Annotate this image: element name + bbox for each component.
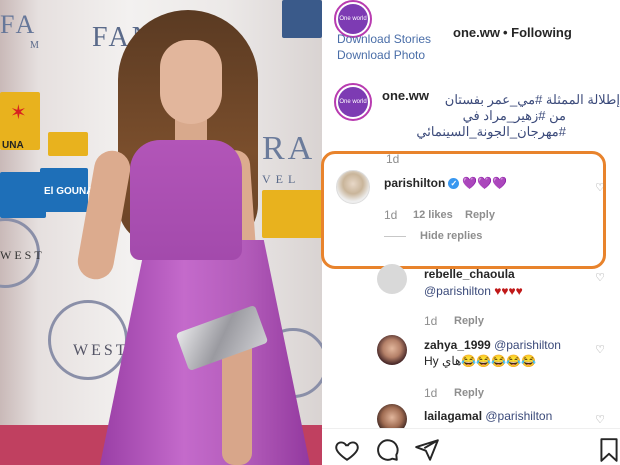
caption-line: #مهرجان_الجونة_السينمائي xyxy=(416,124,566,139)
comment: parishilton ✓ 💜💜💜 xyxy=(384,176,507,190)
hide-replies-button[interactable]: Hide replies xyxy=(420,230,482,242)
backdrop-logo-text: El GOUNA xyxy=(44,186,94,197)
backdrop-text: M xyxy=(30,40,42,51)
like-comment-heart-icon[interactable]: ♡ xyxy=(594,182,606,194)
comment-username[interactable]: parishilton xyxy=(384,176,445,190)
commenter-avatar[interactable] xyxy=(336,170,370,204)
caption-line: إطلالة الممثلة #مي_عمر بفستان xyxy=(444,92,620,107)
person-face xyxy=(160,40,222,124)
account-avatar-text: One world xyxy=(338,4,368,34)
reply-username[interactable]: lailagamal xyxy=(424,409,482,423)
comment-time: 1d xyxy=(384,208,398,222)
download-stories-link[interactable]: Download Stories xyxy=(337,32,431,46)
reply-text: Hy هاي😂😂😂😂😂 xyxy=(424,354,537,368)
caption-avatar[interactable]: One world xyxy=(334,83,372,121)
star-logo-icon: ✶ xyxy=(10,102,27,124)
reply-avatar[interactable] xyxy=(377,335,407,365)
following-status[interactable]: • Following xyxy=(503,25,572,40)
like-reply-heart-icon[interactable]: ♡ xyxy=(594,272,606,284)
reply-username[interactable]: zahya_1999 xyxy=(424,338,491,352)
reply-mention[interactable]: @parishilton xyxy=(494,338,561,352)
backdrop-text: RA xyxy=(262,130,316,167)
backdrop-logo-text: UNA xyxy=(2,140,24,151)
backdrop-text: FA xyxy=(0,10,38,39)
reply-avatar[interactable] xyxy=(377,264,407,294)
reply-text: ♥♥♥♥ xyxy=(494,284,523,298)
reply-username[interactable]: rebelle_chaoula xyxy=(424,267,515,281)
like-reply-heart-icon[interactable]: ♡ xyxy=(594,344,606,356)
verified-badge-icon: ✓ xyxy=(448,178,460,189)
reply-reply-button[interactable]: Reply xyxy=(454,315,484,327)
like-reply-heart-icon[interactable]: ♡ xyxy=(594,414,606,426)
reply-mention[interactable]: @parishilton xyxy=(424,284,491,298)
comment-icon[interactable] xyxy=(374,437,400,463)
reply-mention[interactable]: @parishilton xyxy=(485,409,552,423)
backdrop-text: WEST xyxy=(0,248,45,262)
backdrop-text: VEL xyxy=(262,172,301,186)
bookmark-icon[interactable] xyxy=(596,437,620,463)
post-action-bar xyxy=(322,428,620,465)
reply-time: 1d xyxy=(424,314,438,328)
caption-text: إطلالة الممثلة #مي_عمر بفستان من #زهير_م… xyxy=(370,92,620,140)
dress-top xyxy=(130,140,242,260)
replies-divider xyxy=(384,236,406,237)
header-username[interactable]: one.ww xyxy=(453,25,500,40)
share-icon[interactable] xyxy=(414,437,440,463)
heart-icon[interactable] xyxy=(334,437,360,463)
reply-time: 1d xyxy=(424,386,438,400)
caption-line: من #زهير_مراد في xyxy=(462,108,566,123)
reply: lailagamal @parishilton xyxy=(424,409,552,423)
reply-reply-button[interactable]: Reply xyxy=(454,387,484,399)
backdrop-logo xyxy=(262,190,322,238)
backdrop-logo xyxy=(48,132,88,156)
comment-likes[interactable]: 12 likes xyxy=(413,209,453,221)
caption-avatar-text: One world xyxy=(338,87,368,117)
backdrop-ring xyxy=(48,300,128,380)
highlight-annotation xyxy=(321,151,606,269)
comment-text: 💜💜💜 xyxy=(462,176,508,190)
reply: @parishilton ♥♥♥♥ xyxy=(424,284,523,298)
post-photo[interactable]: FA M FANAR MA ✶ UNA El GOUNA RA VEL WEST… xyxy=(0,0,322,465)
backdrop-logo xyxy=(282,0,322,38)
reply: zahya_1999 @parishilton xyxy=(424,338,561,352)
backdrop-text: WEST xyxy=(73,342,129,359)
comment-reply-button[interactable]: Reply xyxy=(465,209,495,221)
download-photo-link[interactable]: Download Photo xyxy=(337,48,425,62)
